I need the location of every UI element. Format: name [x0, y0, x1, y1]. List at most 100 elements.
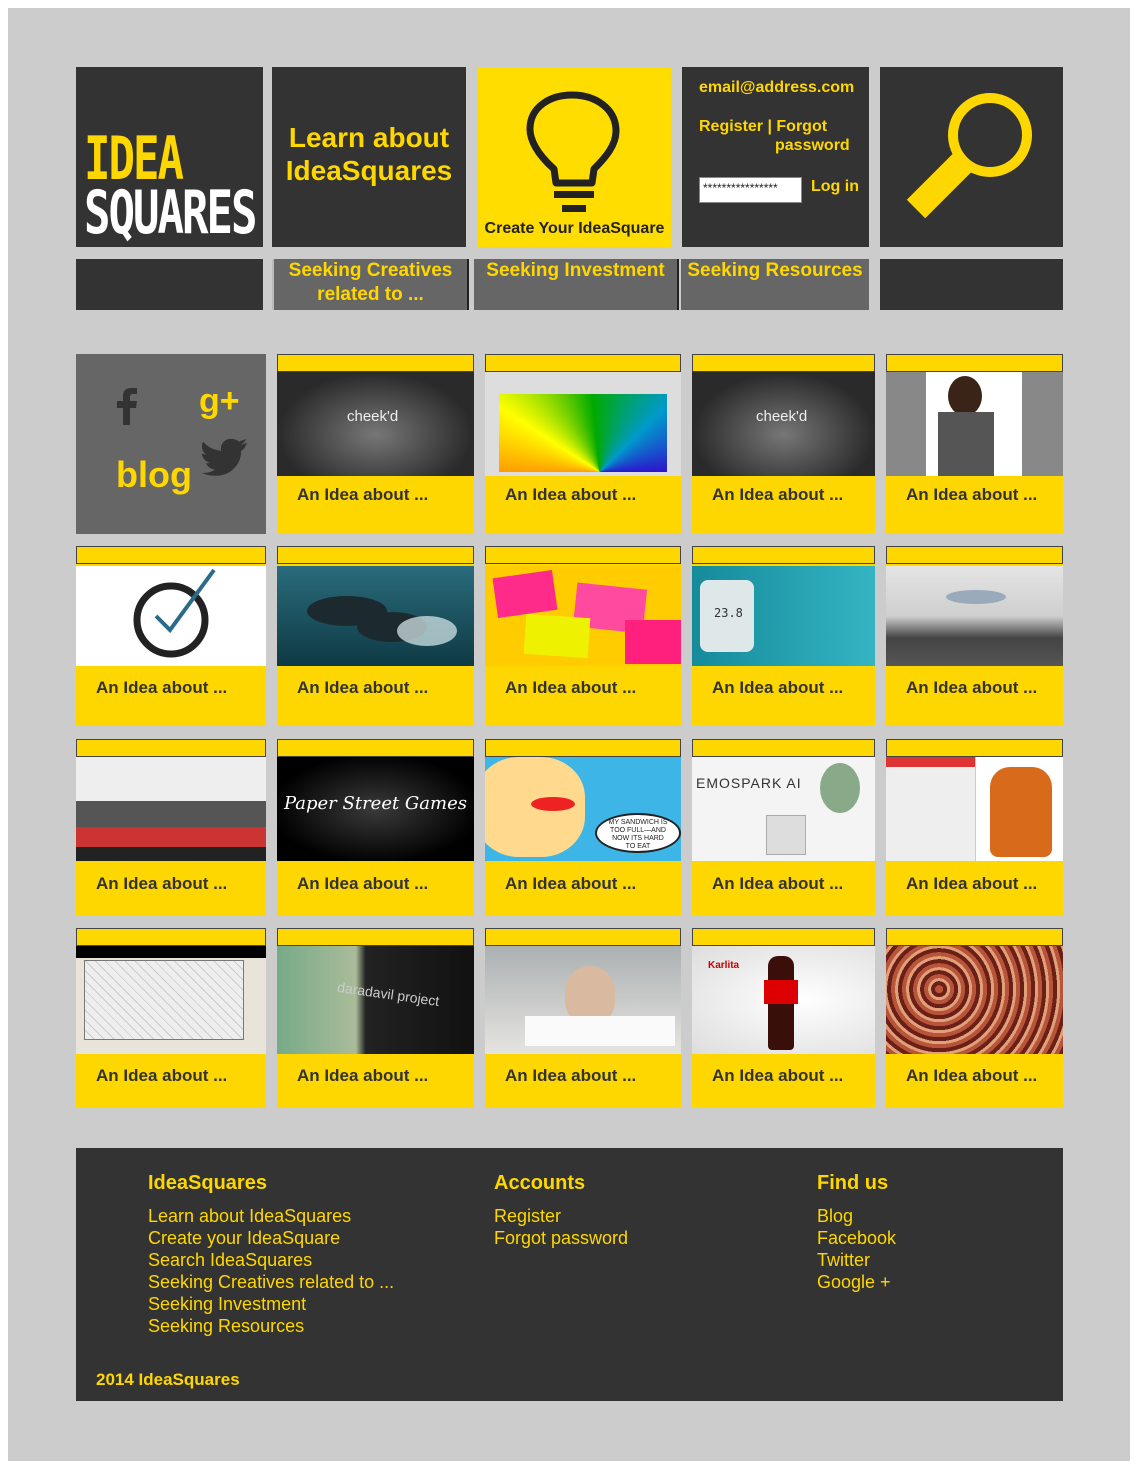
tile-caption[interactable]: An Idea about ... — [712, 678, 843, 698]
nav-seeking-investment[interactable]: Seeking Investment — [474, 259, 679, 310]
tile-caption[interactable]: An Idea about ... — [96, 678, 227, 698]
copyright: 2014 IdeaSquares — [96, 1370, 240, 1389]
twitter-icon[interactable] — [202, 438, 248, 476]
footer-link-facebook[interactable]: Facebook — [817, 1227, 896, 1249]
idea-tile[interactable]: MY SANDWICH IS TOO FULL—AND NOW ITS HARD… — [485, 739, 681, 916]
tile-thumbnail[interactable] — [485, 946, 681, 1054]
tile-strip — [692, 546, 875, 564]
tile-strip — [76, 546, 266, 564]
tile-caption[interactable]: An Idea about ... — [297, 874, 428, 894]
idea-tile[interactable]: cheek'd An Idea about ... — [277, 354, 474, 534]
tile-thumbnail[interactable] — [886, 757, 1063, 861]
tile-thumbnail[interactable]: daradavil project — [277, 946, 474, 1054]
tile-thumbnail[interactable]: EMOSPARK AI — [692, 757, 875, 861]
idea-tile[interactable]: An Idea about ... — [886, 354, 1063, 534]
tile-caption[interactable]: An Idea about ... — [505, 874, 636, 894]
footer-link-googleplus[interactable]: Google + — [817, 1271, 891, 1293]
idea-tile[interactable]: daradavil project An Idea about ... — [277, 928, 474, 1108]
facebook-icon[interactable] — [114, 387, 140, 425]
tile-caption[interactable]: An Idea about ... — [906, 1066, 1037, 1086]
tile-thumbnail[interactable]: MY SANDWICH IS TOO FULL—AND NOW ITS HARD… — [485, 757, 681, 861]
learn-about-tile[interactable]: Learn about IdeaSquares — [272, 67, 466, 247]
tile-thumbnail[interactable] — [886, 372, 1063, 476]
tile-thumbnail[interactable]: 23.8 — [692, 566, 875, 666]
idea-tile[interactable]: An Idea about ... — [76, 546, 266, 726]
tile-caption[interactable]: An Idea about ... — [712, 874, 843, 894]
tile-caption[interactable]: An Idea about ... — [712, 485, 843, 505]
logo-word-squares: SQUARES — [84, 179, 257, 248]
idea-tile[interactable]: EMOSPARK AI An Idea about ... — [692, 739, 875, 916]
create-ideasquare-tile[interactable]: Create Your IdeaSquare — [478, 67, 671, 247]
tile-thumbnail[interactable]: Paper Street Games — [277, 757, 474, 861]
tile-thumbnail[interactable]: Karlita — [692, 946, 875, 1054]
idea-tile[interactable]: An Idea about ... — [277, 546, 474, 726]
tile-thumbnail[interactable] — [76, 566, 266, 666]
nav-seeking-creatives[interactable]: Seeking Creatives related to ... — [272, 259, 469, 310]
email-link[interactable]: email@address.com — [699, 79, 854, 97]
tile-thumbnail[interactable] — [76, 757, 266, 861]
tile-thumbnail[interactable] — [485, 566, 681, 666]
idea-tile[interactable]: An Idea about ... — [485, 928, 681, 1108]
idea-tile[interactable]: Paper Street Games An Idea about ... — [277, 739, 474, 916]
tile-caption[interactable]: An Idea about ... — [712, 1066, 843, 1086]
tile-caption[interactable]: An Idea about ... — [297, 1066, 428, 1086]
footer-link-blog[interactable]: Blog — [817, 1205, 853, 1227]
timer-readout: 23.8 — [714, 606, 743, 620]
password-input[interactable]: **************** — [699, 177, 802, 203]
tile-caption[interactable]: An Idea about ... — [96, 1066, 227, 1086]
footer-link-register[interactable]: Register — [494, 1205, 561, 1227]
footer-col2-title: Accounts — [494, 1172, 586, 1194]
google-plus-icon[interactable]: g+ — [199, 382, 240, 421]
idea-tile[interactable]: An Idea about ... — [886, 546, 1063, 726]
tile-strip — [277, 739, 474, 757]
tile-caption[interactable]: An Idea about ... — [505, 1066, 636, 1086]
cheekd-text: cheek'd — [347, 408, 399, 425]
create-label: Create Your IdeaSquare — [484, 220, 665, 237]
idea-tile[interactable]: An Idea about ... — [76, 739, 266, 916]
forgot-password-link[interactable]: password — [775, 137, 850, 155]
footer-link-search[interactable]: Search IdeaSquares — [148, 1249, 312, 1271]
tile-thumbnail[interactable] — [886, 566, 1063, 666]
nav-seeking-resources[interactable]: Seeking Resources — [681, 259, 869, 310]
logo[interactable]: IDEA SQUARES — [76, 67, 263, 248]
footer-link-learn[interactable]: Learn about IdeaSquares — [148, 1205, 351, 1227]
tile-thumbnail[interactable] — [277, 566, 474, 666]
footer-link-twitter[interactable]: Twitter — [817, 1249, 870, 1271]
idea-tile[interactable]: 23.8 An Idea about ... — [692, 546, 875, 726]
tile-caption[interactable]: An Idea about ... — [505, 485, 636, 505]
search-tile[interactable] — [880, 67, 1063, 247]
idea-tile[interactable]: An Idea about ... — [485, 546, 681, 726]
idea-tile[interactable]: Karlita An Idea about ... — [692, 928, 875, 1108]
tile-thumbnail[interactable]: cheek'd — [277, 372, 474, 476]
blog-link[interactable]: blog — [116, 454, 192, 496]
footer-link-create[interactable]: Create your IdeaSquare — [148, 1227, 340, 1249]
tile-caption[interactable]: An Idea about ... — [297, 485, 428, 505]
footer-link-creatives[interactable]: Seeking Creatives related to ... — [148, 1271, 394, 1293]
tile-caption[interactable]: An Idea about ... — [906, 485, 1037, 505]
footer-link-resources[interactable]: Seeking Resources — [148, 1315, 304, 1337]
tile-thumbnail[interactable] — [886, 946, 1063, 1054]
tile-caption[interactable]: An Idea about ... — [96, 874, 227, 894]
tile-strip — [485, 739, 681, 757]
footer-link-investment[interactable]: Seeking Investment — [148, 1293, 306, 1315]
tile-thumbnail[interactable] — [76, 946, 266, 1054]
footer-link-forgot[interactable]: Forgot password — [494, 1227, 628, 1249]
tile-strip — [886, 546, 1063, 564]
comic-balloon-text: MY SANDWICH IS TOO FULL—AND NOW ITS HARD… — [608, 819, 668, 850]
tile-strip — [485, 928, 681, 946]
idea-tile[interactable]: cheek'd An Idea about ... — [692, 354, 875, 534]
idea-tile[interactable]: An Idea about ... — [886, 739, 1063, 916]
tile-caption[interactable]: An Idea about ... — [297, 678, 428, 698]
paper-street-text: Paper Street Games — [283, 793, 468, 814]
idea-tile[interactable]: An Idea about ... — [886, 928, 1063, 1108]
nav-spacer-right — [880, 259, 1063, 310]
tile-thumbnail[interactable]: cheek'd — [692, 372, 875, 476]
tile-caption[interactable]: An Idea about ... — [906, 874, 1037, 894]
tile-caption[interactable]: An Idea about ... — [906, 678, 1037, 698]
tile-thumbnail[interactable] — [485, 372, 681, 476]
idea-tile[interactable]: An Idea about ... — [76, 928, 266, 1108]
login-button[interactable]: Log in — [811, 178, 859, 196]
idea-tile[interactable]: An Idea about ... — [485, 354, 681, 534]
register-link[interactable]: Register | Forgot — [699, 118, 827, 136]
tile-caption[interactable]: An Idea about ... — [505, 678, 636, 698]
